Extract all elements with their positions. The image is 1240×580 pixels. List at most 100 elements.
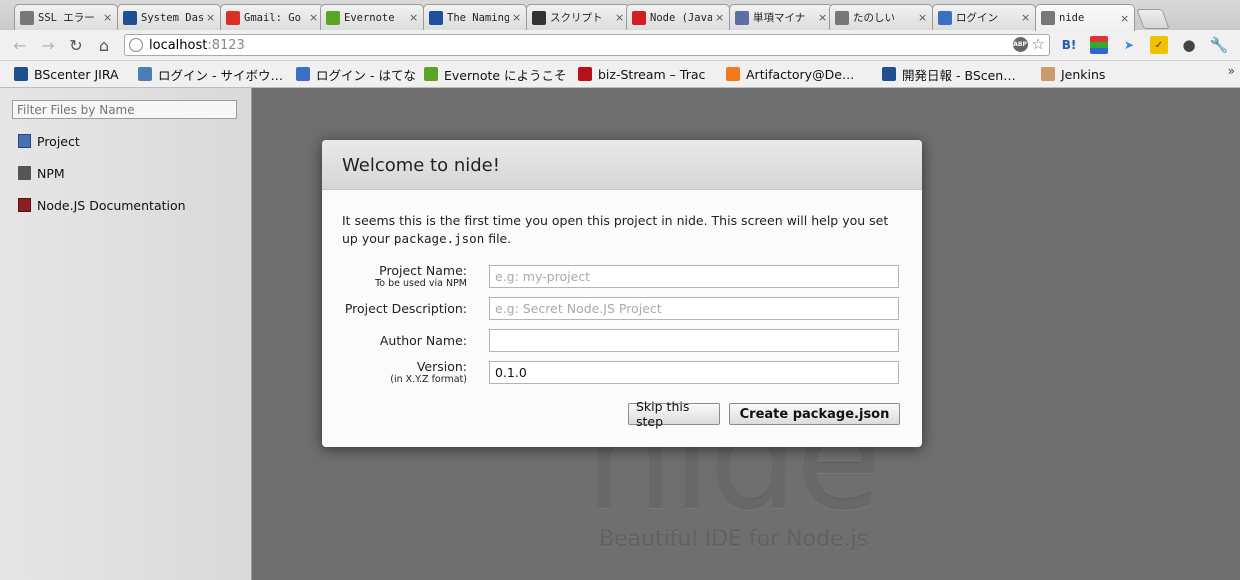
grid-icon bbox=[735, 10, 749, 25]
sidebar-item-npm[interactable]: NPM bbox=[18, 164, 65, 182]
tab-title: スクリプト bbox=[550, 12, 603, 24]
close-icon[interactable]: × bbox=[309, 11, 319, 24]
tab-item[interactable]: ログイン × bbox=[932, 4, 1036, 30]
filter-files-input[interactable] bbox=[12, 100, 237, 119]
version-label: Version: (in X.Y.Z format) bbox=[322, 359, 467, 386]
bookmark-label: Evernote にようこそ bbox=[444, 67, 567, 83]
tab-item[interactable]: 単項マイナ × bbox=[729, 4, 833, 30]
address-bar[interactable]: localhost:8123 ABP ☆ bbox=[124, 34, 1050, 56]
bookmark-item[interactable]: ログイン - サイボウ… bbox=[138, 65, 283, 83]
tab-item[interactable]: The Naming × bbox=[423, 4, 527, 30]
back-arrow-icon[interactable]: ← bbox=[10, 35, 30, 55]
mail-icon[interactable]: ✓ bbox=[1150, 36, 1168, 54]
sidebar-item-project[interactable]: Project bbox=[18, 132, 80, 150]
home-icon[interactable]: ⌂ bbox=[94, 35, 114, 55]
close-icon[interactable]: × bbox=[918, 11, 928, 24]
globe-icon bbox=[129, 38, 143, 52]
hatena-icon bbox=[296, 67, 310, 81]
bookmark-label: Jenkins bbox=[1061, 66, 1106, 82]
bookmark-item[interactable]: biz-Stream – Trac bbox=[578, 65, 705, 83]
hatena-bookmark-icon[interactable]: B! bbox=[1060, 36, 1078, 54]
artifactory-icon bbox=[726, 67, 740, 81]
tab-item[interactable]: Gmail: Go × bbox=[220, 4, 324, 30]
close-icon[interactable]: × bbox=[818, 11, 828, 24]
gmail-icon bbox=[226, 10, 240, 25]
tab-title: Gmail: Go bbox=[244, 11, 301, 24]
close-icon[interactable]: × bbox=[103, 11, 113, 24]
tab-title: Evernote bbox=[344, 11, 395, 24]
close-icon[interactable]: × bbox=[1021, 11, 1031, 24]
tab-title: ログイン bbox=[956, 12, 998, 24]
bookmark-star-icon[interactable]: ☆ bbox=[1032, 37, 1045, 52]
wrench-icon[interactable]: 🔧 bbox=[1210, 36, 1229, 54]
bookmark-item[interactable]: 開発日報 - BScen… bbox=[882, 65, 1016, 83]
evernote-icon bbox=[424, 67, 438, 81]
create-package-json-button[interactable]: Create package.json bbox=[729, 403, 900, 425]
file-sidebar: Project NPM Node.JS Documentation bbox=[0, 88, 252, 580]
dialog-intro: It seems this is the first time you open… bbox=[342, 212, 902, 248]
tab-item[interactable]: System Dash× bbox=[117, 4, 221, 30]
url-port: :8123 bbox=[207, 37, 245, 53]
book-icon bbox=[18, 198, 31, 212]
chevron-right-icon[interactable]: » bbox=[1228, 64, 1235, 78]
nide-tagline: Beautiful IDE for Node.js bbox=[599, 527, 869, 552]
jenkins-icon bbox=[1041, 67, 1055, 81]
project-description-input[interactable] bbox=[489, 297, 899, 320]
tab-title: Node (Java bbox=[650, 11, 712, 24]
oracle-icon bbox=[632, 10, 646, 25]
bookmark-label: ログイン - はてな bbox=[316, 67, 416, 83]
skip-button[interactable]: Skip this step bbox=[628, 399, 720, 429]
m-icon bbox=[429, 10, 443, 25]
tab-item[interactable]: たのしい × bbox=[829, 4, 933, 30]
toolbar: ← → ↻ ⌂ localhost:8123 ABP ☆ B! ➤ ✓ ● 🔧 bbox=[0, 30, 1240, 61]
tab-item[interactable]: nide × bbox=[1035, 4, 1135, 31]
project-name-label-text: Project Name: bbox=[379, 263, 467, 278]
globe-extension-icon[interactable]: ● bbox=[1180, 36, 1198, 54]
evernote-icon bbox=[326, 10, 340, 25]
jira-icon bbox=[123, 10, 137, 25]
project-icon bbox=[18, 134, 31, 148]
tab-item[interactable]: Evernote × bbox=[320, 4, 424, 30]
bookmark-label: BScenter JIRA bbox=[34, 66, 119, 82]
version-label-text: Version: bbox=[416, 359, 467, 374]
trac-icon bbox=[578, 67, 592, 81]
tab-item[interactable]: スクリプト × bbox=[526, 4, 630, 30]
bookmark-item[interactable]: ログイン - はてな bbox=[296, 65, 416, 83]
welcome-dialog: Welcome to nide! It seems this is the fi… bbox=[322, 140, 922, 447]
bookmark-item[interactable]: Evernote にようこそ bbox=[424, 65, 567, 83]
close-icon[interactable]: × bbox=[615, 11, 625, 24]
project-name-input[interactable] bbox=[489, 265, 899, 288]
sidebar-item-label: Project bbox=[37, 133, 80, 149]
tab-title: SSL エラー bbox=[38, 12, 95, 24]
close-icon[interactable]: × bbox=[512, 11, 522, 24]
version-hint: (in X.Y.Z format) bbox=[390, 374, 467, 385]
bookmark-label: 開発日報 - BScen… bbox=[902, 67, 1016, 83]
url-host: localhost bbox=[149, 37, 208, 53]
globe-icon bbox=[835, 10, 849, 25]
close-icon[interactable]: × bbox=[715, 11, 725, 24]
tab-item[interactable]: Node (Java × bbox=[626, 4, 730, 30]
sidebar-item-nodejs-docs[interactable]: Node.JS Documentation bbox=[18, 196, 186, 214]
dialog-title: Welcome to nide! bbox=[322, 140, 922, 190]
close-icon[interactable]: × bbox=[206, 11, 216, 24]
forward-arrow-icon[interactable]: → bbox=[38, 35, 58, 55]
version-input[interactable] bbox=[489, 361, 899, 384]
bookmark-item[interactable]: Artifactory@De… bbox=[726, 65, 854, 83]
extension-icon[interactable] bbox=[1090, 36, 1108, 54]
reload-icon[interactable]: ↻ bbox=[66, 35, 86, 55]
intro-text-end: file. bbox=[484, 231, 512, 246]
adblock-icon[interactable]: ABP bbox=[1012, 37, 1028, 52]
bookmark-item[interactable]: Jenkins bbox=[1041, 65, 1105, 83]
author-name-input[interactable] bbox=[489, 329, 899, 352]
hatena-icon bbox=[938, 10, 952, 25]
close-icon[interactable]: × bbox=[409, 11, 419, 24]
project-description-label: Project Description: bbox=[344, 301, 467, 316]
bookmark-item[interactable]: BScenter JIRA bbox=[14, 65, 119, 83]
tab-title: nide bbox=[1059, 12, 1085, 24]
close-icon[interactable]: × bbox=[1120, 12, 1130, 25]
tab-strip: SSL エラー×System Dash×Gmail: Go×Evernote×T… bbox=[0, 0, 1240, 31]
tab-item[interactable]: SSL エラー × bbox=[14, 4, 118, 30]
new-tab-button[interactable] bbox=[1136, 9, 1170, 29]
bird-icon[interactable]: ➤ bbox=[1120, 36, 1138, 54]
sidebar-item-label: Node.JS Documentation bbox=[37, 197, 186, 213]
